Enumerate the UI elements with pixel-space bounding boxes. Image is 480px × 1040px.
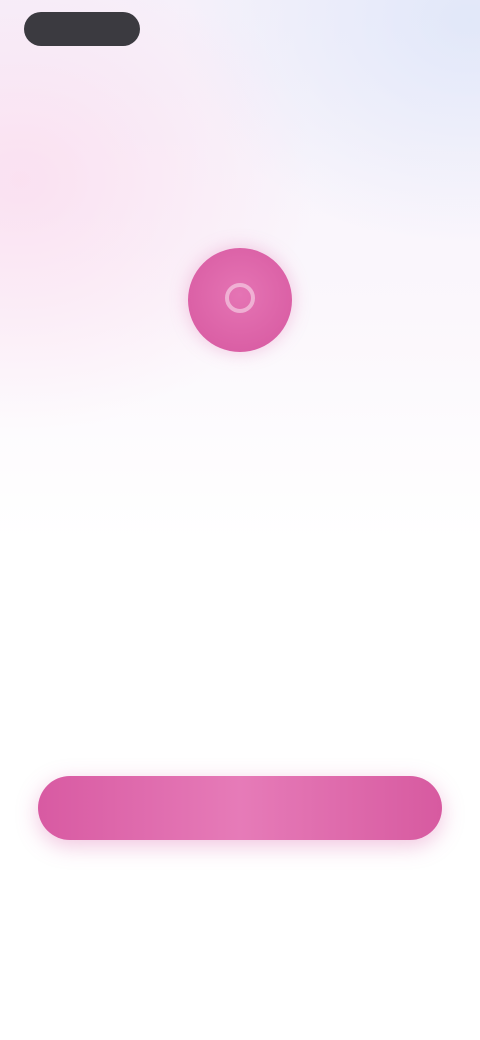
app-logo [188,248,292,352]
tertiary-action-link[interactable] [110,938,370,968]
app-logo-icon [218,276,262,325]
primary-action-button[interactable] [38,776,442,840]
secondary-action-link[interactable] [140,874,340,904]
status-pill [24,12,140,46]
